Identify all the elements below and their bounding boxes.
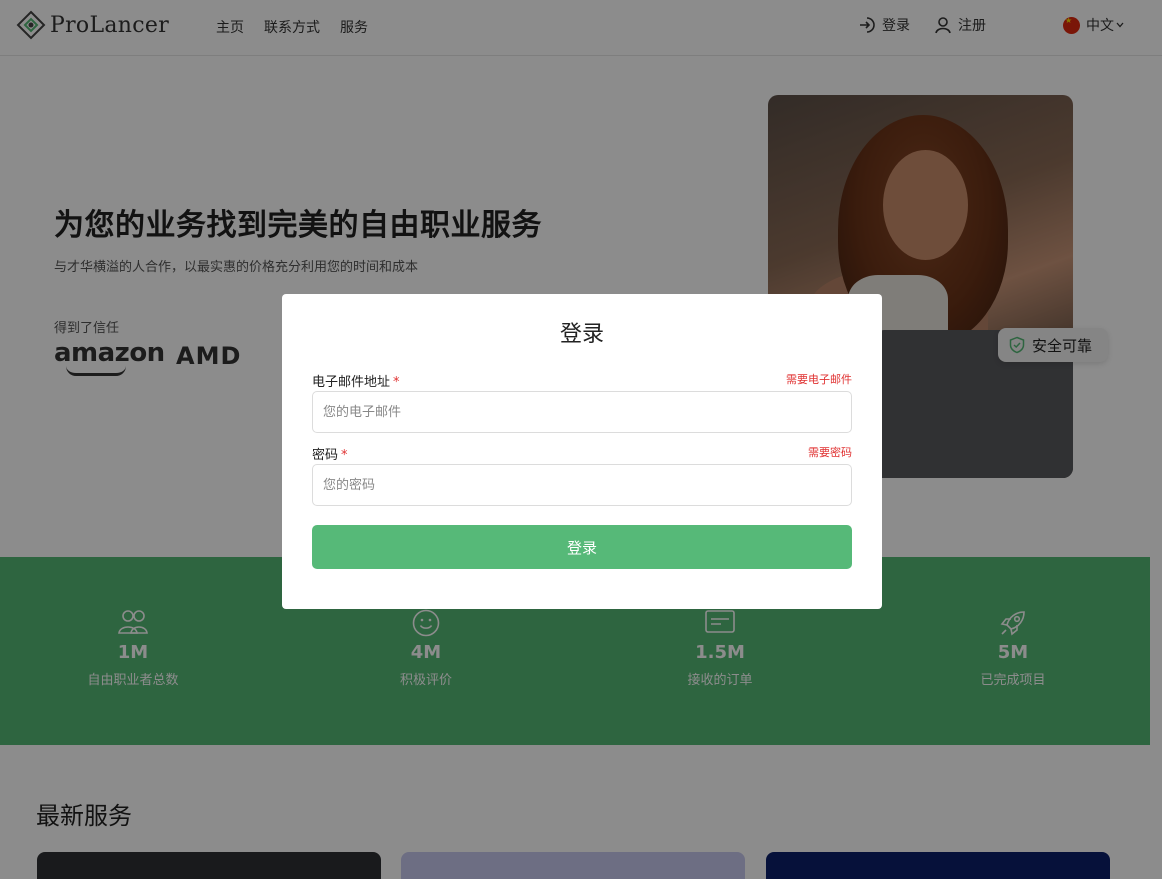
login-submit-button[interactable]: 登录	[312, 525, 852, 569]
email-label: 电子邮件地址 *	[312, 371, 400, 390]
password-label: 密码 *	[312, 444, 348, 463]
password-error: 需要密码	[808, 446, 852, 459]
email-error: 需要电子邮件	[786, 373, 852, 386]
password-label-text: 密码	[312, 448, 339, 463]
password-field[interactable]	[312, 464, 852, 506]
email-label-text: 电子邮件地址	[312, 375, 391, 390]
email-field[interactable]	[312, 391, 852, 433]
required-mark: *	[341, 448, 348, 463]
required-mark: *	[393, 375, 400, 390]
modal-title: 登录	[559, 322, 604, 347]
login-modal: 登录 电子邮件地址* 需要电子邮件 密码* 需要密码 登录	[282, 294, 882, 609]
